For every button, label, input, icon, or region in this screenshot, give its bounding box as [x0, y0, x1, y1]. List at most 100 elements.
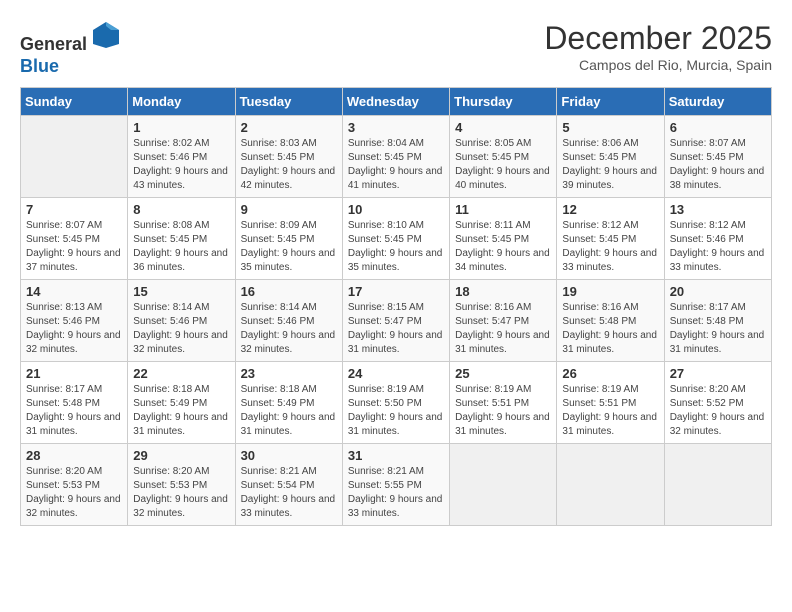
day-info: Sunrise: 8:13 AMSunset: 5:46 PMDaylight:… — [26, 301, 122, 357]
calendar-cell: 21Sunrise: 8:17 AMSunset: 5:48 PMDayligh… — [21, 362, 128, 444]
calendar-cell: 18Sunrise: 8:16 AMSunset: 5:47 PMDayligh… — [450, 280, 557, 362]
calendar-cell: 13Sunrise: 8:12 AMSunset: 5:46 PMDayligh… — [664, 198, 771, 280]
day-info: Sunrise: 8:07 AMSunset: 5:45 PMDaylight:… — [26, 219, 122, 275]
day-info: Sunrise: 8:17 AMSunset: 5:48 PMDaylight:… — [26, 383, 122, 439]
calendar-cell: 16Sunrise: 8:14 AMSunset: 5:46 PMDayligh… — [235, 280, 342, 362]
day-info: Sunrise: 8:14 AMSunset: 5:46 PMDaylight:… — [133, 301, 229, 357]
calendar-cell — [664, 444, 771, 526]
day-info: Sunrise: 8:08 AMSunset: 5:45 PMDaylight:… — [133, 219, 229, 275]
calendar-body: 1 Sunrise: 8:02 AMSunset: 5:46 PMDaylight… — [21, 116, 772, 526]
calendar: SundayMondayTuesdayWednesdayThursdayFrid… — [20, 87, 772, 526]
calendar-cell: 27Sunrise: 8:20 AMSunset: 5:52 PMDayligh… — [664, 362, 771, 444]
day-info: Sunrise: 8:03 AMSunset: 5:45 PMDaylight:… — [241, 137, 337, 193]
day-info: Sunrise: 8:19 AMSunset: 5:51 PMDaylight:… — [455, 383, 551, 439]
calendar-cell: 7 Sunrise: 8:07 AMSunset: 5:45 PMDaylight… — [21, 198, 128, 280]
calendar-cell: 29Sunrise: 8:20 AMSunset: 5:53 PMDayligh… — [128, 444, 235, 526]
day-number: 25 — [455, 366, 551, 381]
day-info: Sunrise: 8:11 AMSunset: 5:45 PMDaylight:… — [455, 219, 551, 275]
day-info: Sunrise: 8:20 AMSunset: 5:53 PMDaylight:… — [133, 465, 229, 521]
title-area: December 2025 Campos del Rio, Murcia, Sp… — [544, 20, 772, 73]
day-info: Sunrise: 8:18 AMSunset: 5:49 PMDaylight:… — [241, 383, 337, 439]
day-number: 2 — [241, 120, 337, 135]
day-number: 9 — [241, 202, 337, 217]
weekday-header-sunday: Sunday — [21, 88, 128, 116]
logo-icon — [91, 20, 121, 50]
weekday-header-friday: Friday — [557, 88, 664, 116]
calendar-cell: 30 Sunrise: 8:21 AMSunset: 5:54 PMDayligh… — [235, 444, 342, 526]
calendar-cell: 23 Sunrise: 8:18 AMSunset: 5:49 PMDayligh… — [235, 362, 342, 444]
logo-general-text: General — [20, 34, 87, 54]
day-number: 6 — [670, 120, 766, 135]
calendar-cell: 9 Sunrise: 8:09 AMSunset: 5:45 PMDaylight… — [235, 198, 342, 280]
day-number: 15 — [133, 284, 229, 299]
day-number: 3 — [348, 120, 444, 135]
day-number: 13 — [670, 202, 766, 217]
calendar-cell: 2 Sunrise: 8:03 AMSunset: 5:45 PMDaylight… — [235, 116, 342, 198]
calendar-cell: 17 Sunrise: 8:15 AMSunset: 5:47 PMDayligh… — [342, 280, 449, 362]
calendar-cell: 31Sunrise: 8:21 AMSunset: 5:55 PMDayligh… — [342, 444, 449, 526]
calendar-cell: 6Sunrise: 8:07 AMSunset: 5:45 PMDaylight… — [664, 116, 771, 198]
day-number: 30 — [241, 448, 337, 463]
day-info: Sunrise: 8:19 AMSunset: 5:50 PMDaylight:… — [348, 383, 444, 439]
calendar-week-row: 7 Sunrise: 8:07 AMSunset: 5:45 PMDaylight… — [21, 198, 772, 280]
calendar-cell: 25 Sunrise: 8:19 AMSunset: 5:51 PMDayligh… — [450, 362, 557, 444]
calendar-cell — [450, 444, 557, 526]
day-info: Sunrise: 8:17 AMSunset: 5:48 PMDaylight:… — [670, 301, 766, 357]
calendar-cell: 15 Sunrise: 8:14 AMSunset: 5:46 PMDayligh… — [128, 280, 235, 362]
day-info: Sunrise: 8:18 AMSunset: 5:49 PMDaylight:… — [133, 383, 229, 439]
calendar-cell — [21, 116, 128, 198]
day-number: 4 — [455, 120, 551, 135]
day-number: 19 — [562, 284, 658, 299]
day-info: Sunrise: 8:09 AMSunset: 5:45 PMDaylight:… — [241, 219, 337, 275]
calendar-cell: 8 Sunrise: 8:08 AMSunset: 5:45 PMDaylight… — [128, 198, 235, 280]
day-info: Sunrise: 8:10 AMSunset: 5:45 PMDaylight:… — [348, 219, 444, 275]
day-number: 23 — [241, 366, 337, 381]
day-number: 17 — [348, 284, 444, 299]
day-info: Sunrise: 8:14 AMSunset: 5:46 PMDaylight:… — [241, 301, 337, 357]
day-number: 7 — [26, 202, 122, 217]
day-number: 28 — [26, 448, 122, 463]
day-info: Sunrise: 8:19 AMSunset: 5:51 PMDaylight:… — [562, 383, 658, 439]
day-info: Sunrise: 8:04 AMSunset: 5:45 PMDaylight:… — [348, 137, 444, 193]
day-number: 22 — [133, 366, 229, 381]
day-number: 24 — [348, 366, 444, 381]
calendar-cell: 14Sunrise: 8:13 AMSunset: 5:46 PMDayligh… — [21, 280, 128, 362]
calendar-cell: 28 Sunrise: 8:20 AMSunset: 5:53 PMDayligh… — [21, 444, 128, 526]
day-number: 5 — [562, 120, 658, 135]
weekday-header-saturday: Saturday — [664, 88, 771, 116]
weekday-header-wednesday: Wednesday — [342, 88, 449, 116]
day-number: 11 — [455, 202, 551, 217]
logo: General Blue — [20, 20, 121, 77]
day-info: Sunrise: 8:16 AMSunset: 5:48 PMDaylight:… — [562, 301, 658, 357]
day-info: Sunrise: 8:12 AMSunset: 5:45 PMDaylight:… — [562, 219, 658, 275]
calendar-cell: 19 Sunrise: 8:16 AMSunset: 5:48 PMDayligh… — [557, 280, 664, 362]
calendar-week-row: 28 Sunrise: 8:20 AMSunset: 5:53 PMDayligh… — [21, 444, 772, 526]
weekday-header-tuesday: Tuesday — [235, 88, 342, 116]
weekday-header-monday: Monday — [128, 88, 235, 116]
calendar-cell: 20Sunrise: 8:17 AMSunset: 5:48 PMDayligh… — [664, 280, 771, 362]
day-info: Sunrise: 8:20 AMSunset: 5:52 PMDaylight:… — [670, 383, 766, 439]
logo-blue-text: Blue — [20, 56, 59, 76]
calendar-cell — [557, 444, 664, 526]
weekday-header-thursday: Thursday — [450, 88, 557, 116]
calendar-cell: 3 Sunrise: 8:04 AMSunset: 5:45 PMDaylight… — [342, 116, 449, 198]
day-info: Sunrise: 8:21 AMSunset: 5:54 PMDaylight:… — [241, 465, 337, 521]
calendar-week-row: 14Sunrise: 8:13 AMSunset: 5:46 PMDayligh… — [21, 280, 772, 362]
calendar-week-row: 1 Sunrise: 8:02 AMSunset: 5:46 PMDaylight… — [21, 116, 772, 198]
header: General Blue December 2025 Campos del Ri… — [20, 20, 772, 77]
day-number: 31 — [348, 448, 444, 463]
calendar-cell: 24 Sunrise: 8:19 AMSunset: 5:50 PMDayligh… — [342, 362, 449, 444]
day-info: Sunrise: 8:02 AMSunset: 5:46 PMDaylight:… — [133, 137, 229, 193]
month-title: December 2025 — [544, 20, 772, 57]
calendar-cell: 1 Sunrise: 8:02 AMSunset: 5:46 PMDaylight… — [128, 116, 235, 198]
location: Campos del Rio, Murcia, Spain — [544, 57, 772, 73]
day-info: Sunrise: 8:20 AMSunset: 5:53 PMDaylight:… — [26, 465, 122, 521]
day-number: 8 — [133, 202, 229, 217]
day-info: Sunrise: 8:15 AMSunset: 5:47 PMDaylight:… — [348, 301, 444, 357]
calendar-cell: 11 Sunrise: 8:11 AMSunset: 5:45 PMDayligh… — [450, 198, 557, 280]
day-number: 1 — [133, 120, 229, 135]
day-number: 26 — [562, 366, 658, 381]
day-number: 12 — [562, 202, 658, 217]
calendar-cell: 5Sunrise: 8:06 AMSunset: 5:45 PMDaylight… — [557, 116, 664, 198]
calendar-cell: 10Sunrise: 8:10 AMSunset: 5:45 PMDayligh… — [342, 198, 449, 280]
